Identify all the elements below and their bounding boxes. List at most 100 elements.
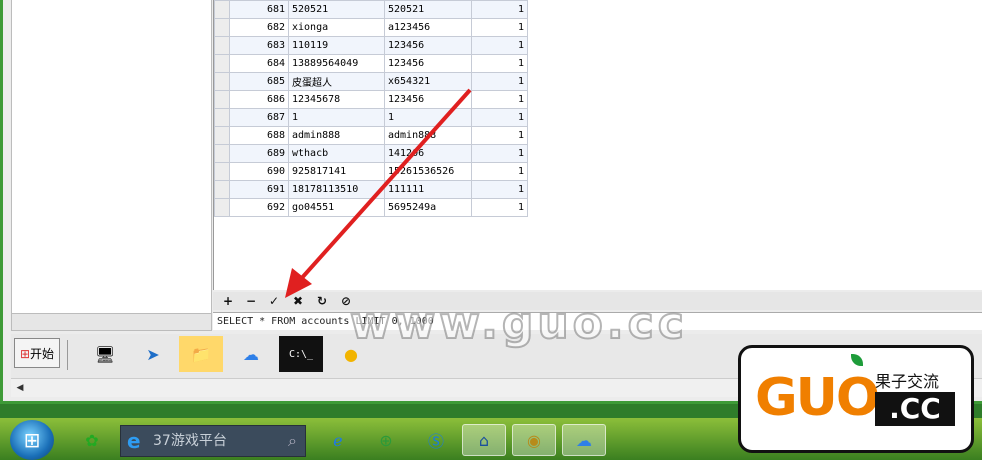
- row-selector[interactable]: [214, 162, 230, 181]
- cell-username[interactable]: 皮蛋超人: [288, 72, 385, 91]
- object-tree-panel[interactable]: [11, 0, 212, 314]
- network-computer-icon[interactable]: 🖥: [83, 336, 127, 372]
- cell-username[interactable]: 520521: [288, 0, 385, 19]
- cancel-changes-button[interactable]: ✖: [289, 293, 307, 309]
- table-row[interactable]: 681 520521 520521 1: [214, 0, 528, 19]
- cell-flag[interactable]: 1: [471, 108, 528, 127]
- cell-id[interactable]: 685: [229, 72, 289, 91]
- cell-flag[interactable]: 1: [471, 126, 528, 145]
- cell-username[interactable]: 18178113510: [288, 180, 385, 199]
- colorful-app-icon[interactable]: ✿: [70, 424, 114, 456]
- cell-username[interactable]: 1: [288, 108, 385, 127]
- cell-id[interactable]: 690: [229, 162, 289, 181]
- cell-password[interactable]: a123456: [384, 18, 472, 37]
- ie-icon: e: [127, 429, 141, 453]
- row-selector[interactable]: [214, 108, 230, 127]
- row-selector[interactable]: [214, 126, 230, 145]
- refresh-button[interactable]: ↻: [313, 293, 331, 309]
- 360-browser-icon[interactable]: ⊕: [364, 424, 408, 456]
- cell-username[interactable]: xionga: [288, 18, 385, 37]
- row-selector[interactable]: [214, 144, 230, 163]
- cell-id[interactable]: 682: [229, 18, 289, 37]
- table-row[interactable]: 688 admin888 admin888 1: [214, 126, 528, 145]
- windows-start-orb[interactable]: ⊞: [10, 420, 54, 460]
- mysql-tool-icon[interactable]: ◉: [512, 424, 556, 456]
- cell-password[interactable]: 123456: [384, 36, 472, 55]
- ie-browser-icon[interactable]: ℯ: [316, 424, 360, 456]
- cell-flag[interactable]: 1: [471, 54, 528, 73]
- cell-password[interactable]: 5695249a: [384, 198, 472, 217]
- cell-flag[interactable]: 1: [471, 144, 528, 163]
- windows-flag-icon: ⊞: [19, 347, 31, 361]
- sogou-icon[interactable]: Ⓢ: [414, 424, 458, 456]
- row-selector[interactable]: [214, 54, 230, 73]
- baidu-netdisk-taskbar-icon[interactable]: ☁: [562, 424, 606, 456]
- cell-id[interactable]: 681: [229, 0, 289, 19]
- cell-username[interactable]: 13889564049: [288, 54, 385, 73]
- add-row-button[interactable]: +: [219, 293, 237, 309]
- cell-password[interactable]: admin888: [384, 126, 472, 145]
- table-row[interactable]: 686 12345678 123456 1: [214, 90, 528, 109]
- cell-password[interactable]: x654321: [384, 72, 472, 91]
- cell-password[interactable]: 15261536526: [384, 162, 472, 181]
- cell-username[interactable]: 110119: [288, 36, 385, 55]
- watermark-text: www.guo.cc: [349, 297, 688, 350]
- taskbar-search-box[interactable]: e 37游戏平台 ⌕: [120, 425, 306, 457]
- apply-changes-button[interactable]: ✓: [265, 293, 283, 309]
- table-row[interactable]: 689 wthacb 141206 1: [214, 144, 528, 163]
- cell-flag[interactable]: 1: [471, 18, 528, 37]
- cell-id[interactable]: 691: [229, 180, 289, 199]
- command-prompt-icon[interactable]: C:\_: [279, 336, 323, 372]
- table-row[interactable]: 687 1 1 1: [214, 108, 528, 127]
- cell-username[interactable]: go04551: [288, 198, 385, 217]
- folder-icon[interactable]: 📁: [179, 336, 223, 372]
- table-row[interactable]: 692 go04551 5695249a 1: [214, 198, 528, 217]
- cell-flag[interactable]: 1: [471, 180, 528, 199]
- powershell-icon[interactable]: ➤: [131, 336, 175, 372]
- row-selector[interactable]: [214, 180, 230, 199]
- cell-flag[interactable]: 1: [471, 36, 528, 55]
- search-icon: ⌕: [288, 431, 297, 450]
- scroll-left-icon[interactable]: ◀: [15, 382, 25, 394]
- table-row[interactable]: 691 18178113510 111111 1: [214, 180, 528, 199]
- table-row[interactable]: 683 110119 123456 1: [214, 36, 528, 55]
- row-selector[interactable]: [214, 90, 230, 109]
- delete-row-button[interactable]: −: [242, 293, 260, 309]
- cell-username[interactable]: 12345678: [288, 90, 385, 109]
- row-selector[interactable]: [214, 72, 230, 91]
- cell-password[interactable]: 123456: [384, 90, 472, 109]
- cell-username[interactable]: admin888: [288, 126, 385, 145]
- cell-id[interactable]: 688: [229, 126, 289, 145]
- row-selector[interactable]: [214, 36, 230, 55]
- logo-chinese-text: 果子交流: [875, 372, 940, 391]
- cell-id[interactable]: 686: [229, 90, 289, 109]
- cell-password[interactable]: 123456: [384, 54, 472, 73]
- results-table: 681 520521 520521 1 682 xionga a123456 1 683 1101…: [214, 0, 528, 217]
- cell-flag[interactable]: 1: [471, 90, 528, 109]
- cell-flag[interactable]: 1: [471, 198, 528, 217]
- row-selector[interactable]: [214, 18, 230, 37]
- row-selector[interactable]: [214, 0, 230, 19]
- cell-id[interactable]: 692: [229, 198, 289, 217]
- baidu-netdisk-icon[interactable]: ☁: [229, 336, 273, 372]
- cell-username[interactable]: 925817141: [288, 162, 385, 181]
- row-selector[interactable]: [214, 198, 230, 217]
- cell-id[interactable]: 683: [229, 36, 289, 55]
- cell-id[interactable]: 687: [229, 108, 289, 127]
- start-button[interactable]: ⊞开始: [14, 338, 60, 368]
- cell-id[interactable]: 689: [229, 144, 289, 163]
- cell-password[interactable]: 141206: [384, 144, 472, 163]
- cell-flag[interactable]: 1: [471, 72, 528, 91]
- cell-flag[interactable]: 1: [471, 0, 528, 19]
- cell-username[interactable]: wthacb: [288, 144, 385, 163]
- cell-password[interactable]: 520521: [384, 0, 472, 19]
- cell-id[interactable]: 684: [229, 54, 289, 73]
- table-row[interactable]: 690 925817141 15261536526 1: [214, 162, 528, 181]
- table-row[interactable]: 685 皮蛋超人 x654321 1: [214, 72, 528, 91]
- table-row[interactable]: 682 xionga a123456 1: [214, 18, 528, 37]
- cell-flag[interactable]: 1: [471, 162, 528, 181]
- table-row[interactable]: 684 13889564049 123456 1: [214, 54, 528, 73]
- remote-desktop-icon[interactable]: ⌂: [462, 424, 506, 456]
- cell-password[interactable]: 111111: [384, 180, 472, 199]
- cell-password[interactable]: 1: [384, 108, 472, 127]
